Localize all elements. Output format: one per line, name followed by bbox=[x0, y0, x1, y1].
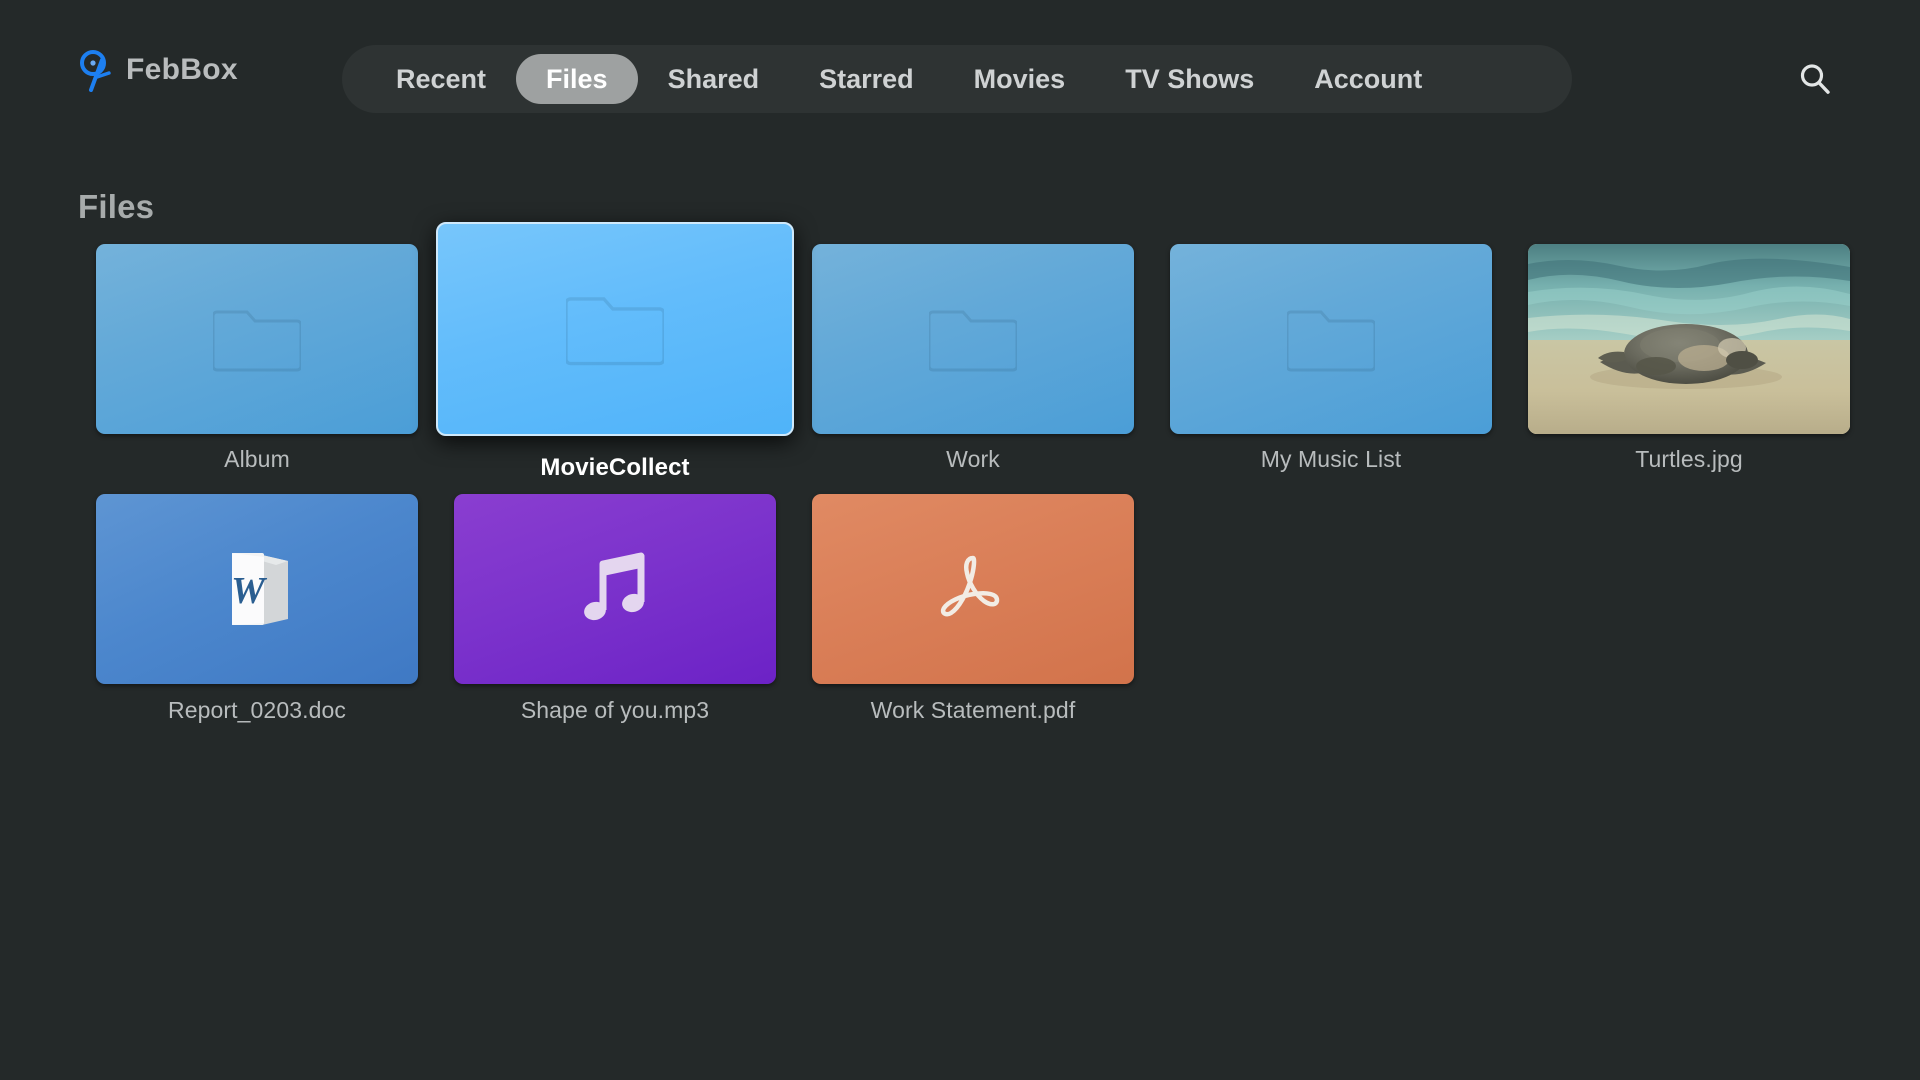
folder-thumbnail[interactable] bbox=[1170, 244, 1492, 434]
file-grid-row: Album MovieCollect Work My Music List Tu… bbox=[78, 222, 1868, 482]
tile-wrap bbox=[454, 494, 776, 684]
pdf-thumbnail[interactable] bbox=[812, 494, 1134, 684]
folder-icon bbox=[929, 310, 1017, 372]
audio-thumbnail[interactable] bbox=[454, 494, 776, 684]
brand-name: FebBox bbox=[126, 53, 238, 86]
top-bar: FebBox Recent Files Shared Starred Movie… bbox=[0, 0, 1920, 132]
pdf-acrobat-icon bbox=[940, 555, 1000, 617]
nav-item-shared[interactable]: Shared bbox=[638, 54, 790, 104]
file-tile-report-0203-doc[interactable]: W Report_0203.doc bbox=[78, 494, 436, 724]
search-button[interactable] bbox=[1786, 50, 1844, 108]
file-tile-turtles-jpg[interactable]: Turtles.jpg bbox=[1510, 244, 1868, 482]
search-icon bbox=[1800, 64, 1830, 94]
file-tile-work[interactable]: Work bbox=[794, 244, 1152, 482]
folder-icon bbox=[566, 297, 664, 366]
main-nav: Recent Files Shared Starred Movies TV Sh… bbox=[342, 45, 1572, 113]
file-label: Album bbox=[224, 446, 290, 472]
nav-item-starred[interactable]: Starred bbox=[789, 54, 944, 104]
file-label: Turtles.jpg bbox=[1635, 446, 1743, 472]
folder-thumbnail-selected[interactable] bbox=[436, 222, 794, 436]
file-label: Shape of you.mp3 bbox=[520, 697, 710, 723]
tile-wrap bbox=[812, 244, 1134, 434]
tile-wrap bbox=[96, 244, 418, 434]
nav-item-movies[interactable]: Movies bbox=[944, 54, 1096, 104]
image-thumbnail[interactable] bbox=[1528, 244, 1850, 434]
tile-wrap bbox=[1170, 244, 1492, 434]
file-label: Work Statement.pdf bbox=[870, 697, 1076, 723]
nav-item-tv-shows[interactable]: TV Shows bbox=[1095, 54, 1284, 104]
document-thumbnail[interactable]: W bbox=[96, 494, 418, 684]
file-tile-my-music-list[interactable]: My Music List bbox=[1152, 244, 1510, 482]
folder-thumbnail[interactable] bbox=[96, 244, 418, 434]
nav-item-account[interactable]: Account bbox=[1284, 54, 1452, 104]
svg-text:W: W bbox=[231, 570, 268, 612]
nav-item-files[interactable]: Files bbox=[516, 54, 638, 104]
turtle-beach-photo bbox=[1528, 244, 1850, 434]
music-note-icon bbox=[584, 552, 645, 621]
file-label: Report_0203.doc bbox=[168, 697, 346, 723]
page-title: Files bbox=[78, 188, 155, 225]
folder-icon bbox=[1287, 310, 1375, 372]
file-grid-row: W Report_0203.doc Shape of you.mp3 Work … bbox=[78, 494, 1868, 724]
febbox-logo-icon bbox=[78, 48, 112, 92]
file-tile-shape-of-you-mp3[interactable]: Shape of you.mp3 bbox=[436, 494, 794, 724]
tile-wrap bbox=[1528, 244, 1850, 434]
file-label: MovieCollect bbox=[540, 454, 690, 481]
file-label: My Music List bbox=[1260, 446, 1402, 472]
tile-wrap: W bbox=[96, 494, 418, 684]
tile-wrap bbox=[812, 494, 1134, 684]
file-tile-album[interactable]: Album bbox=[78, 244, 436, 482]
word-document-icon: W bbox=[231, 553, 288, 625]
brand[interactable]: FebBox bbox=[78, 48, 238, 92]
tile-wrap bbox=[436, 222, 794, 436]
nav-item-recent[interactable]: Recent bbox=[366, 54, 516, 104]
file-label: Work bbox=[946, 446, 1000, 472]
file-tile-moviecollect[interactable]: MovieCollect bbox=[436, 222, 794, 482]
file-tile-work-statement-pdf[interactable]: Work Statement.pdf bbox=[794, 494, 1152, 724]
folder-thumbnail[interactable] bbox=[812, 244, 1134, 434]
file-grid: Album MovieCollect Work My Music List Tu… bbox=[78, 222, 1868, 724]
folder-icon bbox=[213, 310, 301, 372]
